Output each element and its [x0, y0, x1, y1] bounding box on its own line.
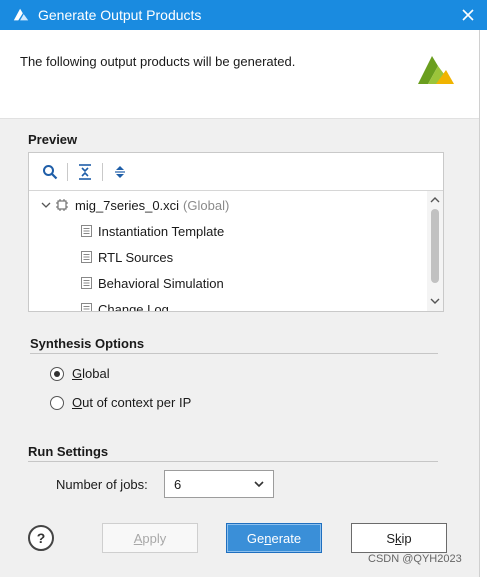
collapse-all-button[interactable] [72, 159, 98, 185]
tree-root-label: mig_7series_0.xci [75, 197, 180, 213]
scroll-up-arrow[interactable] [429, 194, 441, 206]
generate-button[interactable]: Generate [226, 523, 322, 553]
apply-label: Apply [133, 530, 167, 546]
tree-item-label: Change Log [98, 301, 169, 312]
tree-root-scope: (Global) [183, 197, 230, 213]
jobs-dropdown[interactable]: 6 [164, 470, 274, 498]
vivado-logo-icon [418, 56, 454, 84]
tree-root-item[interactable]: mig_7series_0.xci (Global) [41, 193, 229, 217]
preview-toolbar [29, 153, 443, 191]
tree-item-label: RTL Sources [98, 249, 174, 265]
document-icon [81, 225, 92, 237]
search-icon [43, 164, 58, 179]
help-icon: ? [36, 530, 46, 546]
window-title: Generate Output Products [38, 7, 202, 23]
tree-scrollbar[interactable] [427, 191, 443, 311]
ip-core-icon [56, 199, 68, 211]
scroll-down-arrow[interactable] [429, 295, 441, 307]
vivado-logo-icon [13, 8, 29, 21]
radio-selected-dot [54, 370, 60, 377]
tree-item[interactable]: Behavioral Simulation [81, 271, 224, 295]
chevron-down-icon[interactable] [41, 200, 51, 210]
tree-item[interactable]: RTL Sources [81, 245, 173, 269]
title-bar[interactable]: Generate Output Products [0, 0, 487, 30]
section-divider [28, 461, 438, 462]
watermark: CSDN @QYH2023 [368, 553, 462, 565]
tree-item[interactable]: Change Log [81, 297, 169, 311]
document-icon [81, 303, 92, 311]
synthesis-ooc-label: Out of context per IP [72, 395, 192, 410]
close-button[interactable] [457, 4, 479, 26]
preview-panel: mig_7series_0.xci (Global) Instantiation… [28, 152, 444, 312]
skip-label: Skip [386, 530, 412, 546]
skip-button[interactable]: Skip [351, 523, 447, 553]
document-icon [81, 277, 92, 289]
run-settings-section-title: Run Settings [28, 444, 109, 459]
chevron-down-icon [254, 481, 264, 488]
scroll-thumb[interactable] [431, 209, 439, 283]
close-icon [462, 9, 474, 21]
synthesis-global-radio[interactable]: Global [50, 366, 110, 381]
jobs-label: Number of jobs: [56, 477, 148, 492]
tree-item-label: Behavioral Simulation [98, 275, 224, 291]
synthesis-section-title: Synthesis Options [30, 336, 145, 351]
expand-all-icon [115, 165, 125, 178]
synthesis-global-label: Global [72, 366, 110, 381]
radio-button[interactable] [50, 395, 64, 410]
search-button[interactable] [37, 159, 63, 185]
apply-button[interactable]: Apply [102, 523, 198, 553]
chevron-up-icon [430, 197, 440, 203]
generate-label: Generate [246, 530, 302, 546]
jobs-value: 6 [174, 476, 182, 492]
radio-button[interactable] [50, 366, 64, 381]
section-divider [30, 353, 438, 354]
tree-item[interactable]: Instantiation Template [81, 219, 224, 243]
output-products-tree[interactable]: mig_7series_0.xci (Global) Instantiation… [29, 191, 427, 311]
help-button[interactable]: ? [28, 525, 54, 551]
synthesis-ooc-radio[interactable]: Out of context per IP [50, 395, 191, 410]
expand-all-button[interactable] [107, 159, 133, 185]
dialog-header: The following output products will be ge… [0, 30, 479, 119]
collapse-all-icon [79, 163, 91, 180]
toolbar-separator [67, 162, 68, 181]
tree-item-label: Instantiation Template [98, 223, 225, 239]
chevron-down-icon [430, 298, 440, 304]
toolbar-separator [102, 162, 103, 181]
preview-section-title: Preview [28, 132, 78, 147]
document-icon [81, 251, 92, 263]
header-message: The following output products will be ge… [20, 54, 296, 69]
